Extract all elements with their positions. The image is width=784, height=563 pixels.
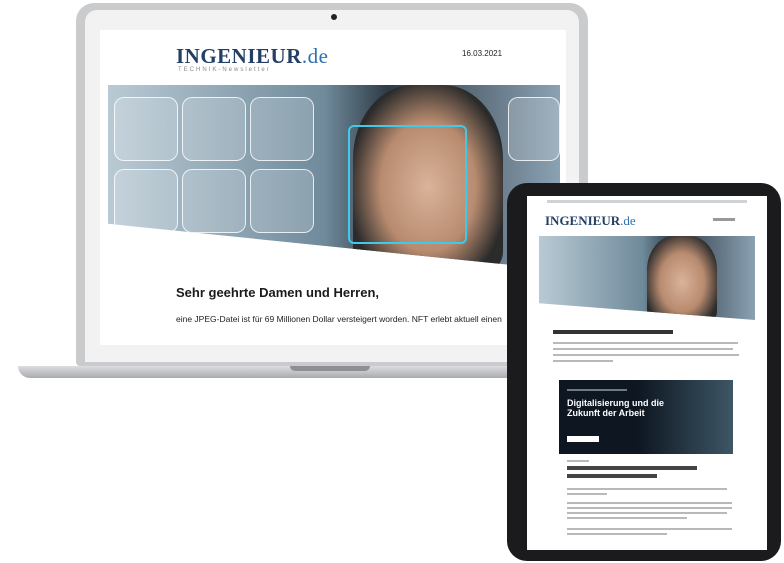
hud-panel — [114, 97, 178, 161]
camera-icon — [331, 14, 337, 20]
hud-panel — [182, 169, 246, 233]
greeting: Sehr geehrte Damen und Herren, — [176, 285, 379, 300]
logo: INGENIEUR.de — [176, 44, 328, 69]
text-line — [567, 512, 727, 514]
hud-panel — [508, 97, 560, 161]
text-line — [567, 507, 732, 509]
preheader-line — [547, 200, 747, 203]
text-line — [567, 533, 667, 535]
text-line — [567, 493, 607, 495]
hero-image — [108, 85, 560, 270]
banner-button[interactable] — [567, 436, 599, 442]
text-line — [567, 488, 727, 490]
laptop-screen: INGENIEUR.de TECHNIK-Newsletter 16.03.20… — [100, 30, 566, 345]
hud-panel — [182, 97, 246, 161]
tablet-logo-domain: .de — [620, 213, 636, 228]
event-banner[interactable]: Digitalisierung und die Zukunft der Arbe… — [559, 380, 733, 454]
hud-panel — [250, 169, 314, 233]
article-title — [567, 466, 697, 470]
banner-title: Digitalisierung und die Zukunft der Arbe… — [567, 398, 665, 418]
text-line — [553, 354, 739, 356]
text-line — [553, 360, 613, 362]
hud-panel — [114, 169, 178, 233]
text-line — [553, 342, 738, 344]
tablet-logo-main: INGENIEUR — [545, 213, 621, 228]
text-line — [567, 460, 589, 462]
face-scan-frame — [348, 125, 467, 244]
text-line — [567, 517, 687, 519]
tablet-greeting — [553, 330, 673, 334]
tablet-logo: INGENIEUR.de — [545, 213, 636, 229]
tablet-screen: INGENIEUR.de Digitalisierung und die Zuk… — [527, 196, 767, 550]
article-subtitle — [567, 474, 657, 478]
text-line — [567, 502, 732, 504]
hud-panel — [250, 97, 314, 161]
text-line — [553, 348, 733, 350]
laptop-notch — [290, 366, 370, 371]
tablet-face-image — [647, 236, 717, 320]
tablet-hero-image — [539, 236, 755, 320]
newsletter-date: 16.03.2021 — [462, 49, 503, 58]
logo-main: INGENIEUR — [176, 44, 302, 68]
logo-subtitle: TECHNIK-Newsletter — [178, 67, 271, 73]
body-text: eine JPEG-Datei ist für 69 Millionen Dol… — [176, 314, 502, 324]
tablet-date — [713, 218, 735, 221]
logo-domain: .de — [301, 44, 329, 68]
banner-kicker — [567, 389, 627, 391]
text-line — [567, 528, 732, 530]
